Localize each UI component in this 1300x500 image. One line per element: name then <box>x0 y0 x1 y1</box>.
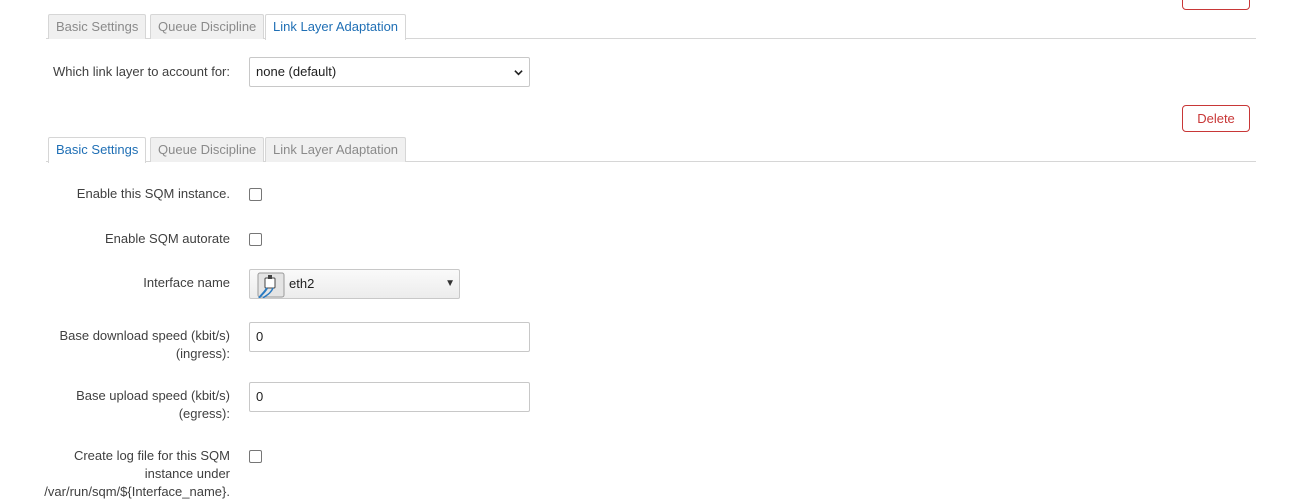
log-file-label-line2: instance under <box>144 466 230 481</box>
tab-bar-top: Basic Settings Queue Discipline Link Lay… <box>46 14 1256 40</box>
download-speed-label: Base download speed (kbit/s) (ingress): <box>59 327 230 363</box>
ethernet-port-icon <box>257 272 285 298</box>
download-speed-input[interactable]: 0 <box>249 322 530 352</box>
upload-speed-label-line2: (egress): <box>178 406 230 421</box>
tab-basic-settings[interactable]: Basic Settings <box>48 137 147 163</box>
enable-instance-label: Enable this SQM instance. <box>76 186 230 201</box>
interface-select-value: eth2 <box>289 276 315 291</box>
tab-bar-second: Basic Settings Queue Discipline Link Lay… <box>46 137 1256 163</box>
tab-queue-discipline[interactable]: Queue Discipline <box>150 137 265 162</box>
upload-speed-label-line1: Base upload speed (kbit/s) <box>76 388 230 403</box>
log-file-label-line3: /var/run/sqm/${Interface_name}. <box>44 484 230 499</box>
caret-down-icon: ▼ <box>445 278 455 289</box>
delete-button-previous[interactable] <box>1182 0 1250 10</box>
tab-link-layer-adaptation[interactable]: Link Layer Adaptation <box>265 137 407 162</box>
tab-queue-discipline-top[interactable]: Queue Discipline <box>150 14 265 39</box>
log-file-label: Create log file for this SQM instance un… <box>44 447 230 500</box>
chevron-down-icon <box>514 70 523 76</box>
log-file-checkbox[interactable] <box>249 450 262 463</box>
interface-select[interactable]: eth2 ▼ <box>249 269 460 299</box>
enable-autorate-checkbox[interactable] <box>249 233 262 246</box>
download-speed-label-line1: Base download speed (kbit/s) <box>59 328 230 343</box>
upload-speed-input[interactable]: 0 <box>249 382 530 412</box>
link-layer-select[interactable]: none (default) <box>249 57 530 87</box>
link-layer-select-value: none (default) <box>256 64 337 79</box>
enable-instance-checkbox[interactable] <box>249 188 262 201</box>
sqm-config-page: Basic Settings Queue Discipline Link Lay… <box>0 0 1300 500</box>
tab-link-layer-adaptation-top[interactable]: Link Layer Adaptation <box>265 14 407 40</box>
enable-autorate-label: Enable SQM autorate <box>104 231 230 246</box>
link-layer-label: Which link layer to account for: <box>52 64 230 79</box>
log-file-label-line1: Create log file for this SQM <box>73 448 230 463</box>
tab-basic-settings-top[interactable]: Basic Settings <box>48 14 147 39</box>
delete-button[interactable]: Delete <box>1182 105 1250 132</box>
interface-name-label: Interface name <box>143 275 230 290</box>
download-speed-label-line2: (ingress): <box>175 346 230 361</box>
upload-speed-label: Base upload speed (kbit/s) (egress): <box>76 387 230 423</box>
